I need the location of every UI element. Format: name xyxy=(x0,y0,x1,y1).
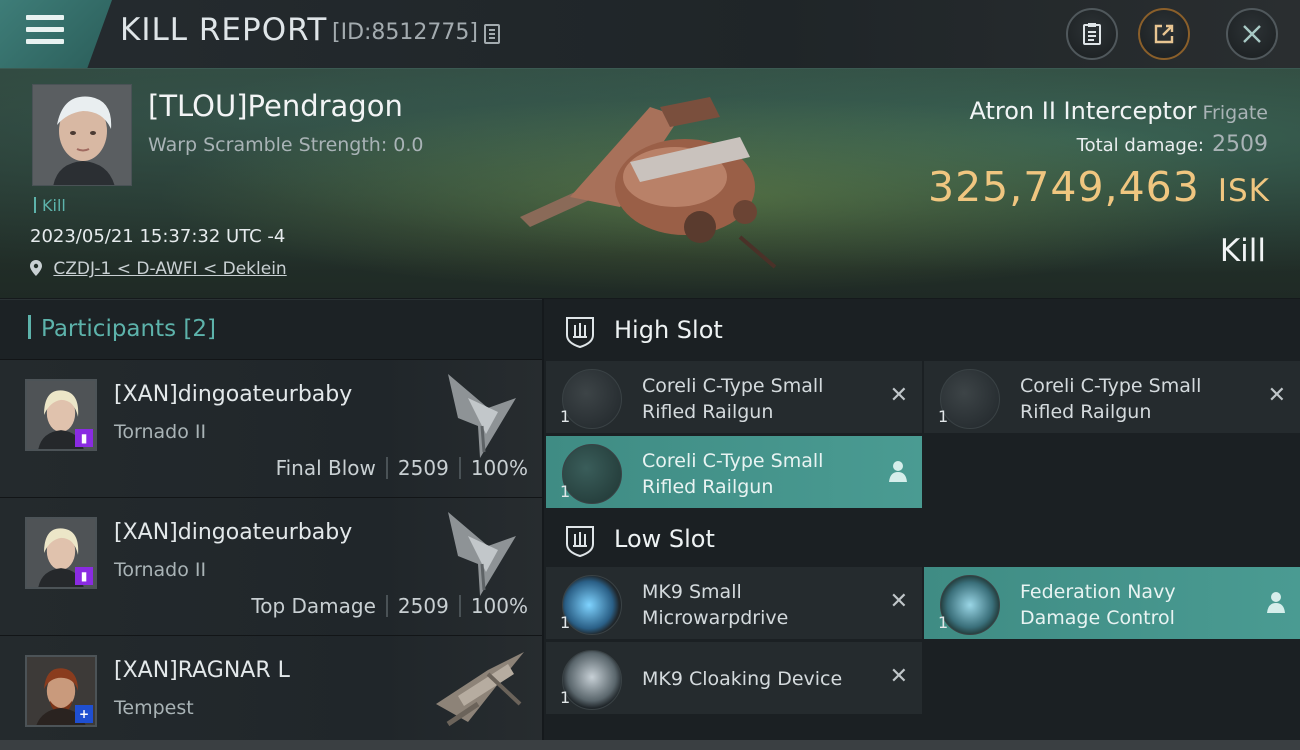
kill-tag: Kill xyxy=(34,196,66,215)
module-quantity: 1 xyxy=(560,613,571,632)
module-name: Federation Navy Damage Control xyxy=(1020,581,1176,629)
participant-row[interactable]: + [XAN]RAGNAR L Tempest xyxy=(0,636,542,750)
pin-icon xyxy=(30,260,42,276)
module-quantity: 1 xyxy=(560,407,571,426)
damage-control-icon xyxy=(940,575,1000,635)
victim-name[interactable]: [TLOU]Pendragon xyxy=(148,89,403,123)
total-damage-label: Total damage: xyxy=(1076,135,1204,156)
participants-panel: Participants [2] ▮ [XAN]dingoateurbaby T… xyxy=(0,299,542,750)
avatar[interactable]: ▮ xyxy=(25,517,97,589)
bottom-strip xyxy=(0,740,1300,750)
slot-icon xyxy=(566,317,594,349)
report-id: [ID:8512775] xyxy=(332,20,478,45)
page-title: KILL REPORT xyxy=(120,12,328,48)
total-damage-value: 2509 xyxy=(1212,132,1268,157)
share-button[interactable] xyxy=(1138,8,1190,60)
isk-value: 325,749,463 ISK xyxy=(928,163,1270,211)
participant-ship-image[interactable] xyxy=(438,506,522,598)
clipboard-button[interactable] xyxy=(1066,8,1118,60)
high-slot-label: High Slot xyxy=(614,316,723,344)
participant-ship-image[interactable] xyxy=(438,368,522,460)
corp-badge-icon: ▮ xyxy=(75,567,93,585)
victim-ship-image[interactable] xyxy=(510,77,790,277)
participant-stats: Top Damage 2509 100% xyxy=(251,594,528,618)
destroyed-x-icon: ✕ xyxy=(1267,383,1286,408)
participants-header: Participants [2] xyxy=(0,300,542,360)
high-slot-header: High Slot xyxy=(544,299,1300,365)
participant-stats: Final Blow 2509 100% xyxy=(276,456,528,480)
close-icon xyxy=(1243,25,1261,43)
ship-class: Frigate xyxy=(1202,102,1268,124)
participant-row[interactable]: ▮ [XAN]dingoateurbaby Tornado II Top Dam… xyxy=(0,498,542,636)
fitting-panel: High Slot 1 Coreli C-Type Small Rifled R… xyxy=(544,299,1300,750)
microwarpdrive-icon xyxy=(562,575,622,635)
module-name: Coreli C-Type Small Rifled Railgun xyxy=(642,450,824,498)
participant-name[interactable]: [XAN]dingoateurbaby xyxy=(114,520,352,545)
menu-button[interactable] xyxy=(0,0,112,68)
victim-panel: [TLOU]Pendragon Warp Scramble Strength: … xyxy=(0,68,1300,298)
top-bar: KILL REPORT [ID:8512775] xyxy=(0,0,1300,68)
participant-role: Top Damage xyxy=(251,594,376,618)
person-icon xyxy=(1267,592,1285,613)
railgun-icon xyxy=(562,369,622,429)
destroyed-x-icon: ✕ xyxy=(889,664,908,689)
destroyed-x-icon: ✕ xyxy=(889,589,908,614)
participant-name[interactable]: [XAN]RAGNAR L xyxy=(114,658,290,683)
kill-datetime: 2023/05/21 15:37:32 UTC -4 xyxy=(30,226,286,247)
module-quantity: 1 xyxy=(938,407,949,426)
module-name: MK9 Small Microwarpdrive xyxy=(642,581,789,629)
module-quantity: 1 xyxy=(560,688,571,707)
corp-badge-icon: ▮ xyxy=(75,429,93,447)
menu-icon xyxy=(26,15,64,45)
low-slot-label: Low Slot xyxy=(614,525,715,553)
result-label: Kill xyxy=(1219,233,1266,269)
participant-name[interactable]: [XAN]dingoateurbaby xyxy=(114,382,352,407)
isk-amount: 325,749,463 xyxy=(928,163,1200,211)
participant-ship-image[interactable] xyxy=(428,644,532,736)
module-item[interactable]: 1 MK9 Small Microwarpdrive ✕ xyxy=(546,567,922,639)
participant-role: Final Blow xyxy=(275,456,376,480)
participant-damage: 2509 xyxy=(397,594,449,618)
avatar[interactable]: + xyxy=(25,655,97,727)
victim-ship: Atron II Interceptor Frigate xyxy=(970,97,1269,125)
participant-damage: 2509 xyxy=(397,456,449,480)
participant-ship: Tempest xyxy=(114,697,194,719)
share-icon xyxy=(1154,24,1174,44)
participant-ship: Tornado II xyxy=(114,559,207,581)
clipboard-icon xyxy=(1083,23,1101,45)
module-name: MK9 Cloaking Device xyxy=(642,668,843,690)
close-button[interactable] xyxy=(1226,8,1278,60)
copy-icon[interactable] xyxy=(484,24,500,44)
person-icon xyxy=(889,461,907,482)
module-item[interactable]: 1 Federation Navy Damage Control xyxy=(924,567,1300,639)
cloaking-device-icon xyxy=(562,650,622,710)
participant-ship: Tornado II xyxy=(114,421,207,443)
warp-scramble-strength: Warp Scramble Strength: 0.0 xyxy=(148,134,424,156)
participant-row[interactable]: ▮ [XAN]dingoateurbaby Tornado II Final B… xyxy=(0,360,542,498)
isk-unit: ISK xyxy=(1217,173,1270,209)
participant-percent: 100% xyxy=(470,456,528,480)
railgun-icon xyxy=(940,369,1000,429)
module-item[interactable]: 1 Coreli C-Type Small Rifled Railgun ✕ xyxy=(546,361,922,433)
module-name: Coreli C-Type Small Rifled Railgun xyxy=(1020,375,1202,423)
module-quantity: 1 xyxy=(938,613,949,632)
module-quantity: 1 xyxy=(560,482,571,501)
module-item[interactable]: 1 Coreli C-Type Small Rifled Railgun ✕ xyxy=(924,361,1300,433)
participant-percent: 100% xyxy=(470,594,528,618)
ship-name[interactable]: Atron II Interceptor xyxy=(970,97,1197,125)
total-damage: Total damage: 2509 xyxy=(1077,132,1268,157)
module-name: Coreli C-Type Small Rifled Railgun xyxy=(642,375,824,423)
module-item[interactable]: 1 MK9 Cloaking Device ✕ xyxy=(546,642,922,714)
low-slot-header: Low Slot xyxy=(544,508,1300,574)
avatar[interactable]: ▮ xyxy=(25,379,97,451)
victim-portrait[interactable] xyxy=(32,84,132,186)
module-item[interactable]: 1 Coreli C-Type Small Rifled Railgun xyxy=(546,436,922,508)
kill-location[interactable]: CZDJ-1 < D-AWFI < Deklein xyxy=(30,259,287,279)
slot-icon xyxy=(566,526,594,558)
destroyed-x-icon: ✕ xyxy=(889,383,908,408)
railgun-icon xyxy=(562,444,622,504)
plus-badge-icon: + xyxy=(75,705,93,723)
location-link[interactable]: CZDJ-1 < D-AWFI < Deklein xyxy=(53,259,286,279)
